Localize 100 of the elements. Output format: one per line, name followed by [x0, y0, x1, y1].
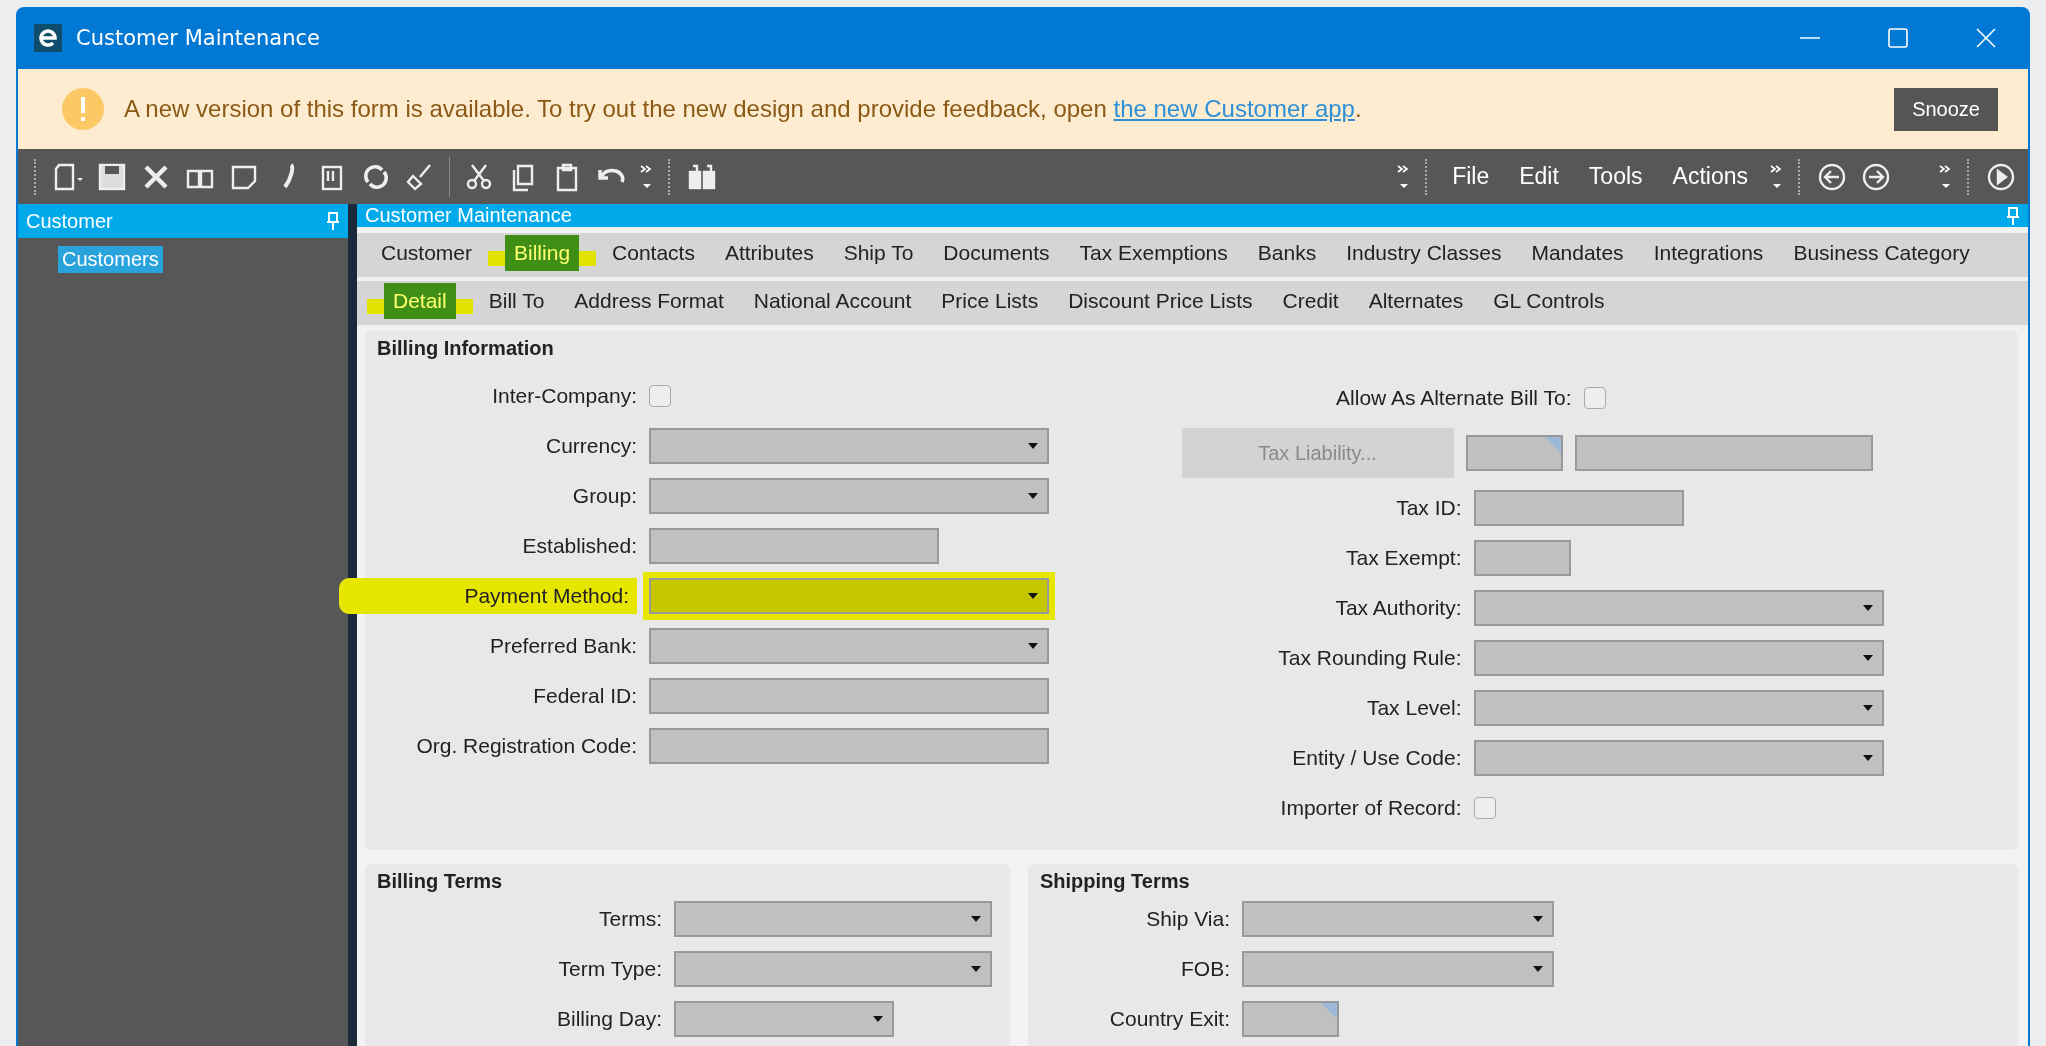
dropdown-arrow-icon: [1027, 642, 1039, 650]
tab[interactable]: Mandates: [1517, 233, 1638, 273]
dropdown-arrow-icon: [872, 1015, 884, 1023]
field-label: Group:: [571, 484, 637, 508]
field-label: Tax Exempt:: [1344, 546, 1462, 570]
section-title: Billing Terms: [377, 870, 504, 893]
tab[interactable]: Business Category: [1779, 233, 1984, 273]
pin-icon[interactable]: [2006, 206, 2020, 225]
dropdown-field[interactable]: [649, 478, 1049, 514]
dropdown-arrow-icon: [1027, 492, 1039, 500]
tab[interactable]: Ship To: [829, 233, 928, 273]
tab[interactable]: Tax Exemptions: [1065, 233, 1242, 273]
tab[interactable]: Integrations: [1639, 233, 1778, 273]
field-label: Preferred Bank:: [488, 634, 637, 658]
menu-item[interactable]: Actions: [1664, 163, 1756, 190]
dropdown-field[interactable]: [649, 428, 1049, 464]
dropdown-arrow-icon: [1861, 654, 1874, 662]
tab[interactable]: Documents: [929, 233, 1064, 273]
dropdown-field[interactable]: [649, 628, 1049, 664]
field-label: Federal ID:: [532, 684, 637, 708]
menu-item[interactable]: Tools: [1580, 163, 1651, 190]
section-title: Shipping Terms: [1040, 870, 1191, 893]
panel-title: Customer: [26, 209, 113, 233]
text-field[interactable]: [1473, 490, 1684, 526]
pin-icon[interactable]: [326, 212, 340, 230]
dropdown-field[interactable]: [1242, 951, 1554, 987]
dropdown-field[interactable]: [1473, 640, 1884, 676]
text-field[interactable]: [649, 728, 1049, 764]
close-icon[interactable]: [1976, 28, 1996, 48]
checkbox[interactable]: [1473, 797, 1496, 819]
dropdown-arrow-icon: [1532, 965, 1544, 973]
checkbox[interactable]: [1583, 387, 1606, 409]
dropdown-field[interactable]: [1473, 690, 1884, 726]
section-title: Billing Information: [377, 337, 555, 360]
field-label: Terms:: [598, 907, 662, 931]
play-icon[interactable]: [1986, 161, 2016, 192]
text-field[interactable]: [1473, 540, 1571, 576]
field-label: Established:: [521, 534, 637, 558]
warning-icon: [62, 88, 104, 130]
back-icon[interactable]: [1817, 161, 1847, 192]
tab[interactable]: National Account: [739, 281, 926, 321]
tab[interactable]: Contacts: [598, 233, 709, 273]
tab[interactable]: Address Format: [560, 281, 738, 321]
tab[interactable]: Bill To: [474, 281, 559, 321]
dropdown-arrow-icon: [970, 915, 982, 923]
text-field[interactable]: [1242, 1001, 1339, 1037]
text-field[interactable]: [1574, 435, 1873, 471]
dropdown-field[interactable]: [674, 901, 992, 937]
dropdown-arrow-icon: [1027, 592, 1039, 600]
app-logo-icon: [34, 24, 62, 52]
tab[interactable]: Discount Price Lists: [1054, 281, 1267, 321]
dropdown-arrow-icon: [1532, 915, 1544, 923]
field-label: Allow As Alternate Bill To:: [1335, 386, 1572, 410]
field-label: Org. Registration Code:: [415, 734, 637, 758]
dropdown-arrow-icon: [1861, 704, 1874, 712]
new-document-icon[interactable]: [53, 161, 83, 192]
dropdown-field[interactable]: [1242, 901, 1554, 937]
maximize-icon[interactable]: [1888, 28, 1908, 48]
tab[interactable]: Attributes: [710, 233, 828, 273]
field-label: Ship Via:: [1145, 907, 1230, 931]
tab[interactable]: Price Lists: [927, 281, 1053, 321]
dropdown-field[interactable]: [1473, 740, 1884, 776]
field-label: Term Type:: [557, 957, 662, 981]
dropdown-arrow-icon: [1861, 604, 1874, 612]
dropdown-arrow-icon: [1027, 442, 1039, 450]
dropdown-field[interactable]: [674, 1001, 894, 1037]
field-label: Tax ID:: [1395, 496, 1462, 520]
text-field[interactable]: [649, 678, 1049, 714]
tab[interactable]: Credit: [1268, 281, 1353, 321]
tab[interactable]: Banks: [1243, 233, 1331, 273]
dropdown-arrow-icon: [1861, 754, 1874, 762]
checkbox[interactable]: [649, 385, 671, 407]
dropdown-arrow-icon: [970, 965, 982, 973]
field-label: Payment Method:: [339, 578, 637, 614]
text-field[interactable]: [1465, 435, 1563, 471]
field-label: Billing Day:: [555, 1007, 662, 1031]
field-label: Inter-Company:: [491, 384, 637, 408]
tab[interactable]: Industry Classes: [1332, 233, 1516, 273]
panel-title: Customer Maintenance: [365, 204, 572, 227]
field-label: Tax Authority:: [1334, 596, 1462, 620]
dropdown-field[interactable]: [1473, 590, 1884, 626]
tab[interactable]: Detail: [367, 281, 473, 321]
tab[interactable]: Customer: [367, 233, 487, 273]
tab[interactable]: GL Controls: [1479, 281, 1619, 321]
field-label: FOB:: [1180, 957, 1230, 981]
tab[interactable]: Billing: [488, 233, 597, 273]
field-label: Tax Level:: [1365, 696, 1462, 720]
field-label: Entity / Use Code:: [1291, 746, 1462, 770]
save-icon[interactable]: [97, 161, 127, 192]
window-title: Customer Maintenance: [76, 26, 320, 50]
menu-item[interactable]: Edit: [1511, 163, 1567, 190]
tab[interactable]: Alternates: [1354, 281, 1478, 321]
menu-item[interactable]: File: [1444, 163, 1498, 190]
forward-icon[interactable]: [1861, 161, 1891, 192]
text-field[interactable]: [649, 528, 939, 564]
banner-message: A new version of this form is available. To try out the new design and provide feedback, open the new Customer app.: [124, 95, 1362, 123]
snooze-button[interactable]: Snooze: [1894, 87, 1998, 131]
field-label: Tax Rounding Rule:: [1277, 646, 1462, 670]
field-label: Importer of Record:: [1279, 796, 1462, 820]
dropdown-field[interactable]: [674, 951, 992, 987]
